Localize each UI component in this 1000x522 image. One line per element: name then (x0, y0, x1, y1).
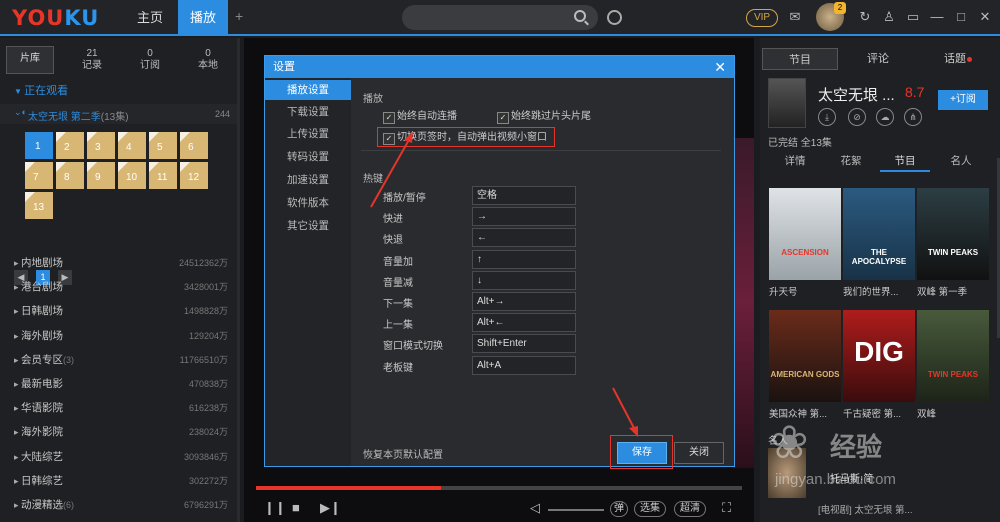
thumbnail-title-art: ASCENSION (781, 248, 829, 257)
tab-extras[interactable]: 花絮 (826, 152, 876, 170)
tab-topics[interactable]: 话题 (920, 48, 996, 70)
show-title: 太空无垠 ... (818, 87, 895, 104)
right-tabs: 节目 评论 话题 (760, 48, 1000, 70)
thumbnail-title-art: DIG (854, 336, 904, 367)
show-thumbnail[interactable]: TWIN PEAKS (917, 188, 989, 280)
arrow-line-1 (370, 137, 411, 208)
download-icon[interactable]: ⤓ (818, 108, 836, 126)
subscribe-button[interactable]: +订阅 (938, 90, 988, 110)
cloud-icon[interactable]: ☁ (876, 108, 894, 126)
arrow-line-2 (612, 387, 636, 431)
tab-programs[interactable]: 节目 (762, 48, 838, 70)
unread-dot (967, 56, 972, 62)
show-caption[interactable]: 升天号 (769, 284, 841, 298)
show-thumbnail[interactable]: AMERICAN GODS (769, 310, 841, 402)
show-thumbnail[interactable]: ASCENSION (769, 188, 841, 280)
show-thumbnail[interactable]: THE APOCALYPSE (843, 188, 915, 280)
episode-status: 已完结 全13集 (768, 138, 832, 149)
show-poster[interactable] (768, 78, 806, 128)
thumbnail-title-art: TWIN PEAKS (927, 248, 979, 257)
show-thumbnail[interactable]: DIG (843, 310, 915, 402)
show-score: 8.7 (905, 84, 925, 100)
detail-tabs: 详情 花絮 节目 名人 (760, 152, 1000, 172)
show-caption[interactable]: 双峰 第一季 (917, 284, 989, 298)
show-caption[interactable]: 我们的世界... (843, 284, 915, 298)
tab-people[interactable]: 名人 (936, 152, 986, 170)
thumbnail-title-art: TWIN PEAKS (927, 370, 979, 379)
show-thumbnail[interactable]: TWIN PEAKS (917, 310, 989, 402)
tab-episodes[interactable]: 节目 (880, 152, 930, 172)
thumbnail-title-art: AMERICAN GODS (770, 370, 840, 379)
share-icon[interactable]: ⋔ (904, 108, 922, 126)
baidu-paw-icon: ❀ (770, 416, 809, 468)
baidu-watermark: ❀ 经验 jingyan.baidu.com (770, 416, 896, 488)
tab-details[interactable]: 详情 (770, 152, 820, 170)
thumbnail-title-art: THE APOCALYPSE (851, 248, 907, 266)
arrow-head-1 (404, 132, 413, 143)
arrow-head-2 (629, 426, 638, 437)
block-icon[interactable]: ⊘ (848, 108, 866, 126)
tab-comments[interactable]: 评论 (840, 48, 916, 70)
